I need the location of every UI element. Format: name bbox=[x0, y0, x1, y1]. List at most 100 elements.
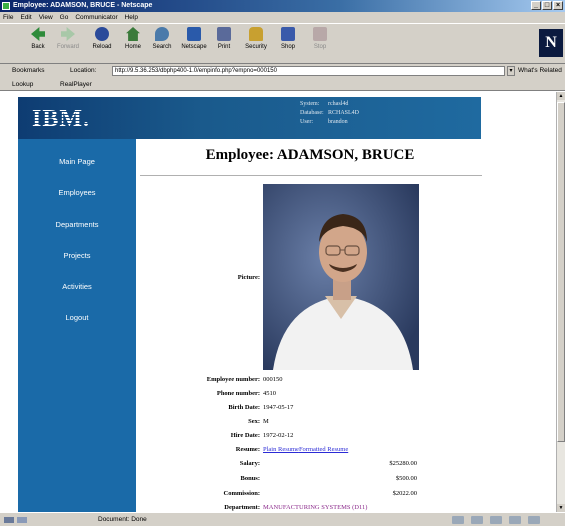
system-value: rchasl4d bbox=[328, 101, 349, 107]
netscape-app-icon bbox=[2, 2, 10, 10]
window-titlebar: Employee: ADAMSON, BRUCE - Netscape _ □ … bbox=[0, 0, 565, 12]
menu-file[interactable]: File bbox=[3, 12, 13, 23]
composer-icon[interactable] bbox=[528, 516, 540, 524]
vertical-scrollbar[interactable]: ▲ ▼ bbox=[556, 92, 565, 512]
menu-communicator[interactable]: Communicator bbox=[75, 12, 117, 23]
department-value[interactable]: MANUFACTURING SYSTEMS (D11) bbox=[263, 504, 367, 511]
formatted-resume-link[interactable]: Formatted Resume bbox=[299, 446, 348, 453]
resume-label: Resume: bbox=[235, 446, 260, 453]
connection-status-icon bbox=[4, 516, 34, 524]
mail-icon[interactable] bbox=[471, 516, 483, 524]
hire-date-value: 1972-02-12 bbox=[263, 432, 294, 439]
reload-icon bbox=[95, 27, 109, 41]
system-info: System: rchasl4d Database: RCHASL4D User: b… bbox=[300, 100, 359, 127]
menu-help[interactable]: Help bbox=[125, 12, 138, 23]
whats-related-button[interactable]: What's Related bbox=[518, 64, 562, 78]
close-button[interactable]: × bbox=[553, 1, 563, 10]
picture-label: Picture: bbox=[237, 274, 260, 281]
user-label: User: bbox=[300, 119, 313, 125]
netscape-button[interactable]: Netscape bbox=[178, 27, 210, 50]
reload-button[interactable]: Reload bbox=[86, 27, 118, 50]
empno-value: 000150 bbox=[263, 376, 283, 383]
security-lock-icon bbox=[249, 27, 263, 41]
bonus-label: Bonus: bbox=[240, 475, 260, 482]
sex-label: Sex: bbox=[248, 418, 260, 425]
forward-button[interactable]: Forward bbox=[52, 27, 84, 50]
nav-projects[interactable]: Projects bbox=[18, 251, 136, 260]
empno-label: Employee number: bbox=[206, 376, 260, 383]
system-label: System: bbox=[300, 101, 320, 107]
nav-employees[interactable]: Employees bbox=[18, 188, 136, 197]
phone-value: 4510 bbox=[263, 390, 276, 397]
scroll-thumb[interactable] bbox=[557, 102, 565, 442]
scroll-down-button[interactable]: ▼ bbox=[557, 504, 565, 512]
netscape-icon bbox=[187, 27, 201, 41]
print-button[interactable]: Print bbox=[208, 27, 240, 50]
url-input[interactable]: http://9.5.36.253/dbphp400-1.0/empinfo.p… bbox=[112, 66, 505, 76]
menu-view[interactable]: View bbox=[39, 12, 53, 23]
personal-toolbar: Lookup RealPlayer bbox=[0, 78, 565, 91]
resume-links: Plain ResumeFormatted Resume bbox=[263, 446, 348, 453]
nav-activities[interactable]: Activities bbox=[18, 282, 136, 291]
newsgroups-icon[interactable] bbox=[490, 516, 502, 524]
employee-photo bbox=[263, 184, 419, 370]
hire-date-label: Hire Date: bbox=[230, 432, 260, 439]
menu-edit[interactable]: Edit bbox=[20, 12, 31, 23]
navigation-toolbar: Back Forward Reload Home Search Netscape… bbox=[0, 23, 565, 64]
forward-arrow-icon bbox=[61, 27, 75, 41]
home-icon bbox=[126, 27, 140, 41]
commission-label: Commission: bbox=[223, 490, 260, 497]
page-title: Employee: ADAMSON, BRUCE bbox=[205, 147, 415, 163]
salary-label: Salary: bbox=[239, 460, 260, 467]
department-label: Department: bbox=[224, 504, 260, 511]
address-book-icon[interactable] bbox=[509, 516, 521, 524]
employee-portrait bbox=[263, 184, 419, 370]
bonus-value: $500.00 bbox=[395, 475, 417, 482]
location-bar: Bookmarks Location: http://9.5.36.253/db… bbox=[0, 64, 565, 78]
menu-go[interactable]: Go bbox=[60, 12, 69, 23]
location-label: Location: bbox=[70, 67, 97, 74]
sex-value: M bbox=[263, 418, 269, 425]
nav-main-page[interactable]: Main Page bbox=[18, 157, 136, 166]
user-value: brandon bbox=[328, 119, 348, 125]
component-bar bbox=[452, 516, 552, 524]
sidebar-nav: Main Page Employees Departments Projects… bbox=[18, 139, 136, 512]
window-title: Employee: ADAMSON, BRUCE - Netscape bbox=[13, 2, 153, 9]
commission-value: $2022.00 bbox=[392, 490, 417, 497]
security-button[interactable]: Security bbox=[240, 27, 272, 50]
shop-bag-icon bbox=[281, 27, 295, 41]
menu-bar: File Edit View Go Communicator Help bbox=[0, 12, 565, 23]
scroll-up-button[interactable]: ▲ bbox=[557, 92, 565, 100]
realplayer-link[interactable]: RealPlayer bbox=[60, 78, 92, 91]
page-viewport: IBM. System: rchasl4d Database: RCHASL4D U… bbox=[0, 92, 556, 512]
lookup-link[interactable]: Lookup bbox=[12, 78, 33, 91]
database-label: Database: bbox=[300, 110, 324, 116]
print-icon bbox=[217, 27, 231, 41]
title-divider bbox=[140, 175, 482, 176]
phone-label: Phone number: bbox=[216, 390, 260, 397]
shop-button[interactable]: Shop bbox=[272, 27, 304, 50]
navigator-icon[interactable] bbox=[452, 516, 464, 524]
back-button[interactable]: Back bbox=[22, 27, 54, 50]
stop-icon bbox=[313, 27, 327, 41]
nav-departments[interactable]: Departments bbox=[18, 220, 136, 229]
home-button[interactable]: Home bbox=[117, 27, 149, 50]
url-dropdown-button[interactable]: ▾ bbox=[507, 66, 515, 76]
nav-logout[interactable]: Logout bbox=[18, 313, 136, 322]
search-icon bbox=[155, 27, 169, 41]
netscape-logo[interactable]: N bbox=[539, 29, 563, 57]
minimize-button[interactable]: _ bbox=[531, 1, 541, 10]
status-text: Document: Done bbox=[98, 516, 147, 523]
search-button[interactable]: Search bbox=[146, 27, 178, 50]
salary-value: $25280.00 bbox=[389, 460, 417, 467]
database-value: RCHASL4D bbox=[328, 110, 360, 116]
birth-date-label: Birth Date: bbox=[228, 404, 260, 411]
back-arrow-icon bbox=[31, 27, 45, 41]
ibm-header-banner: IBM. System: rchasl4d Database: RCHASL4D U… bbox=[18, 97, 481, 139]
ibm-logo: IBM. bbox=[32, 106, 90, 132]
bookmarks-button[interactable]: Bookmarks bbox=[12, 64, 45, 78]
maximize-button[interactable]: □ bbox=[542, 1, 552, 10]
plain-resume-link[interactable]: Plain Resume bbox=[263, 446, 299, 453]
status-bar: Document: Done bbox=[0, 512, 565, 526]
stop-button[interactable]: Stop bbox=[304, 27, 336, 50]
